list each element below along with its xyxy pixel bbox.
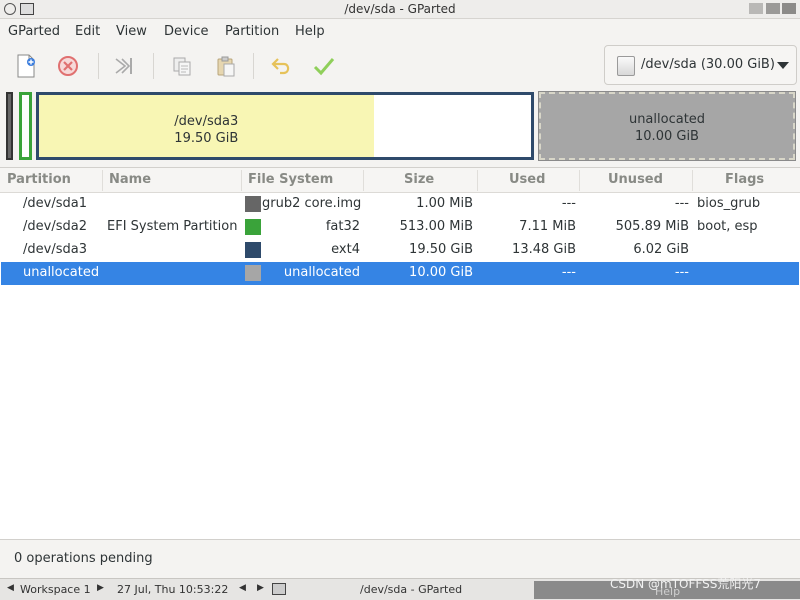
paste-button[interactable]	[210, 51, 242, 81]
chevron-down-icon	[777, 62, 789, 69]
partition-block-size: 19.50 GiB	[174, 131, 239, 146]
hard-disk-icon	[617, 56, 635, 76]
copy-button[interactable]	[166, 51, 198, 81]
table-row[interactable]: /dev/sda2 EFI System Partition fat32 513…	[1, 216, 799, 239]
partition-block-sda3[interactable]: /dev/sda3 19.50 GiB	[36, 92, 534, 160]
device-selector[interactable]: /dev/sda (30.00 GiB)	[604, 45, 797, 85]
cell-size: 513.00 MiB	[399, 219, 473, 234]
new-partition-icon	[17, 54, 35, 78]
window-icon[interactable]	[272, 583, 286, 595]
column-header-partition[interactable]: Partition	[7, 172, 71, 187]
partition-block-sda2[interactable]	[19, 92, 32, 160]
partition-block-label: /dev/sda3	[174, 114, 239, 129]
menu-gparted[interactable]: GParted	[8, 24, 60, 39]
paste-icon	[217, 56, 235, 77]
task-prev-icon[interactable]: ◀	[239, 583, 246, 593]
cell-name: EFI System Partition	[107, 219, 238, 234]
menu-bar: GParted Edit View Device Partition Help	[0, 20, 800, 43]
column-header-size[interactable]: Size	[404, 172, 434, 187]
cell-partition: unallocated	[23, 265, 100, 280]
table-header: Partition Name File System Size Used Unu…	[0, 168, 800, 193]
cell-size: 1.00 MiB	[416, 196, 473, 211]
title-bar: /dev/sda - GParted	[0, 0, 800, 19]
fs-color-swatch	[245, 265, 261, 281]
task-next-icon[interactable]: ▶	[257, 583, 264, 593]
close-button[interactable]	[782, 3, 796, 14]
watermark-text: CSDN @mTOFFSS荒阳光7	[610, 577, 761, 591]
partition-block-size: 10.00 GiB	[635, 129, 699, 144]
undo-button[interactable]	[266, 51, 298, 81]
partition-block-unallocated[interactable]: unallocated 10.00 GiB	[538, 91, 796, 161]
fs-color-swatch	[245, 242, 261, 258]
partition-block-sda1[interactable]	[6, 92, 13, 160]
column-header-flags[interactable]: Flags	[725, 172, 764, 187]
cell-used: ---	[561, 196, 576, 211]
undo-icon	[271, 58, 290, 75]
cell-flags: bios_grub	[697, 196, 761, 211]
window-title: /dev/sda - GParted	[344, 2, 456, 16]
cell-unused: 6.02 GiB	[633, 242, 689, 257]
device-label: /dev/sda (30.00 GiB)	[641, 57, 775, 72]
toolbar-separator	[253, 53, 254, 79]
fs-color-swatch	[245, 219, 261, 235]
toolbar-separator	[153, 53, 154, 79]
cell-partition: /dev/sda1	[23, 196, 87, 211]
maximize-button[interactable]	[766, 3, 780, 14]
cell-file-system: fat32	[325, 219, 360, 234]
menu-help[interactable]: Help	[295, 24, 325, 39]
fs-color-swatch	[245, 196, 261, 212]
menu-view[interactable]: View	[116, 24, 147, 39]
table-row[interactable]: /dev/sda3 ext4 19.50 GiB 13.48 GiB 6.02 …	[1, 239, 799, 262]
cell-flags: boot, esp	[697, 219, 758, 234]
cell-file-system: ext4	[331, 242, 360, 257]
operations-pending-text: 0 operations pending	[14, 551, 153, 566]
cell-file-system: grub2 core.img	[262, 196, 362, 211]
apply-button[interactable]	[308, 51, 340, 81]
clock[interactable]: 27 Jul, Thu 10:53:22	[117, 583, 228, 596]
resize-move-icon	[115, 58, 132, 74]
cell-partition: /dev/sda3	[23, 242, 87, 257]
menu-partition[interactable]: Partition	[225, 24, 279, 39]
new-partition-button[interactable]	[10, 51, 42, 81]
menu-edit[interactable]: Edit	[75, 24, 100, 39]
cell-unused: ---	[674, 196, 689, 211]
workspace-label[interactable]: Workspace 1	[20, 583, 91, 596]
cell-used: 13.48 GiB	[512, 242, 576, 257]
column-header-file-system[interactable]: File System	[248, 172, 333, 187]
toolbar-separator	[98, 53, 99, 79]
column-header-used[interactable]: Used	[509, 172, 545, 187]
partition-block-label: unallocated	[628, 112, 706, 127]
table-row[interactable]: /dev/sda1 grub2 core.img 1.00 MiB --- --…	[1, 193, 799, 216]
status-bar: 0 operations pending	[0, 540, 800, 577]
column-header-unused[interactable]: Unused	[608, 172, 663, 187]
delete-icon	[58, 56, 78, 76]
taskbar-window-title[interactable]: /dev/sda - GParted	[360, 583, 462, 596]
minimize-button[interactable]	[749, 3, 763, 14]
cell-file-system: unallocated	[283, 265, 360, 280]
cell-partition: /dev/sda2	[23, 219, 87, 234]
table-row-selected[interactable]: unallocated unallocated 10.00 GiB --- --…	[1, 262, 799, 285]
apply-icon	[313, 58, 335, 76]
workspace-prev-icon[interactable]: ◀	[7, 583, 14, 593]
cell-used: ---	[561, 265, 576, 280]
resize-move-button[interactable]	[108, 51, 140, 81]
cell-unused: ---	[674, 265, 689, 280]
partition-table: Partition Name File System Size Used Unu…	[0, 167, 800, 540]
cell-size: 19.50 GiB	[409, 242, 473, 257]
cell-size: 10.00 GiB	[409, 265, 473, 280]
disk-map: /dev/sda3 19.50 GiB unallocated 10.00 Gi…	[0, 89, 800, 169]
copy-icon	[173, 57, 191, 76]
delete-partition-button[interactable]	[52, 51, 84, 81]
workspace-next-icon[interactable]: ▶	[97, 583, 104, 593]
menu-device[interactable]: Device	[164, 24, 208, 39]
taskbar: ◀ Workspace 1 ▶ 27 Jul, Thu 10:53:22 ◀ ▶…	[0, 577, 800, 600]
cell-unused: 505.89 MiB	[615, 219, 689, 234]
column-header-name[interactable]: Name	[109, 172, 151, 187]
cell-used: 7.11 MiB	[519, 219, 576, 234]
